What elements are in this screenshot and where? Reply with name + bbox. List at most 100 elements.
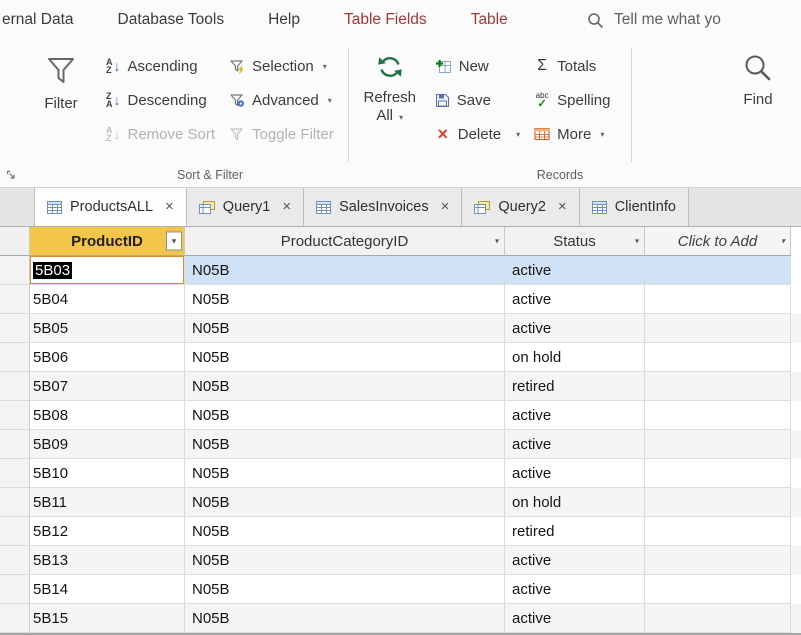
row-selector[interactable] xyxy=(0,604,30,633)
cell-productid[interactable]: 5B05 xyxy=(30,314,185,343)
cell-click-to-add[interactable] xyxy=(645,604,791,633)
cell-productid[interactable]: 5B13 xyxy=(30,546,185,575)
cell-status[interactable]: active xyxy=(505,401,645,430)
cell-click-to-add[interactable] xyxy=(645,546,791,575)
cell-click-to-add[interactable] xyxy=(645,517,791,546)
cell-productcategoryid[interactable]: N05B xyxy=(185,517,505,546)
new-record-button[interactable]: New xyxy=(435,54,520,78)
row-selector[interactable] xyxy=(0,459,30,488)
cell-click-to-add[interactable] xyxy=(645,488,791,517)
cell-productid[interactable]: 5B11 xyxy=(30,488,185,517)
column-header-productid[interactable]: ProductID ▾ xyxy=(30,227,185,256)
row-selector[interactable] xyxy=(0,575,30,604)
row-selector[interactable] xyxy=(0,343,30,372)
cell-status[interactable]: active xyxy=(505,314,645,343)
row-selector[interactable] xyxy=(0,401,30,430)
ascending-button[interactable]: AZ↓ Ascending xyxy=(106,54,215,78)
save-record-button[interactable]: Save xyxy=(435,88,520,112)
menu-item-table[interactable]: Table xyxy=(449,11,530,29)
cell-productcategoryid[interactable]: N05B xyxy=(185,285,505,314)
column-dropdown-icon[interactable]: ▾ xyxy=(781,237,785,246)
spelling-button[interactable]: abc✓ Spelling xyxy=(534,88,610,112)
select-all-corner[interactable] xyxy=(0,227,30,256)
cell-status[interactable]: active xyxy=(505,430,645,459)
cell-productid[interactable]: 5B06 xyxy=(30,343,185,372)
find-button[interactable]: Find xyxy=(727,40,789,108)
cell-click-to-add[interactable] xyxy=(645,343,791,372)
cell-status[interactable]: active xyxy=(505,575,645,604)
row-selector[interactable] xyxy=(0,285,30,314)
advanced-button[interactable]: Advanced ▾ xyxy=(229,88,334,112)
cell-click-to-add[interactable] xyxy=(645,401,791,430)
totals-button[interactable]: Σ Totals xyxy=(534,54,610,78)
close-icon[interactable]: × xyxy=(558,200,567,214)
cell-productcategoryid[interactable]: N05B xyxy=(185,459,505,488)
tab-query1[interactable]: Query1 × xyxy=(187,188,304,226)
cell-click-to-add[interactable] xyxy=(645,430,791,459)
cell-productid[interactable]: 5B08 xyxy=(30,401,185,430)
menu-item-table-fields[interactable]: Table Fields xyxy=(322,11,449,29)
cell-productid[interactable]: 5B03 xyxy=(30,256,185,285)
filter-dropdown-icon[interactable]: ▾ xyxy=(166,232,182,251)
column-header-status[interactable]: Status ▾ xyxy=(505,227,645,256)
cell-status[interactable]: active xyxy=(505,285,645,314)
cell-productcategoryid[interactable]: N05B xyxy=(185,343,505,372)
cell-productcategoryid[interactable]: N05B xyxy=(185,604,505,633)
cell-click-to-add[interactable] xyxy=(645,285,791,314)
cell-productid[interactable]: 5B07 xyxy=(30,372,185,401)
cell-productid[interactable]: 5B04 xyxy=(30,285,185,314)
menu-item-help[interactable]: Help xyxy=(246,11,322,29)
cell-click-to-add[interactable] xyxy=(645,314,791,343)
cell-productid[interactable]: 5B15 xyxy=(30,604,185,633)
delete-record-button[interactable]: × Delete ▾ xyxy=(435,122,520,146)
cell-status[interactable]: active xyxy=(505,459,645,488)
cell-productcategoryid[interactable]: N05B xyxy=(185,314,505,343)
close-icon[interactable]: × xyxy=(165,200,174,214)
tab-salesinvoices[interactable]: SalesInvoices × xyxy=(304,188,462,226)
cell-status[interactable]: active xyxy=(505,546,645,575)
cell-status[interactable]: active xyxy=(505,256,645,285)
row-selector[interactable] xyxy=(0,488,30,517)
column-dropdown-icon[interactable]: ▾ xyxy=(635,237,639,246)
row-selector[interactable] xyxy=(0,430,30,459)
menu-item-database-tools[interactable]: Database Tools xyxy=(96,11,247,29)
cell-productcategoryid[interactable]: N05B xyxy=(185,488,505,517)
cell-productid[interactable]: 5B10 xyxy=(30,459,185,488)
cell-productid[interactable]: 5B09 xyxy=(30,430,185,459)
cell-productcategoryid[interactable]: N05B xyxy=(185,430,505,459)
column-header-productcategoryid[interactable]: ProductCategoryID ▾ xyxy=(185,227,505,256)
cell-productcategoryid[interactable]: N05B xyxy=(185,256,505,285)
row-selector[interactable] xyxy=(0,256,30,285)
cell-productcategoryid[interactable]: N05B xyxy=(185,401,505,430)
column-dropdown-icon[interactable]: ▾ xyxy=(495,237,499,246)
tab-query2[interactable]: Query2 × xyxy=(462,188,579,226)
cell-productcategoryid[interactable]: N05B xyxy=(185,575,505,604)
tell-me-search[interactable]: Tell me what yo xyxy=(587,11,801,29)
cell-productcategoryid[interactable]: N05B xyxy=(185,372,505,401)
cell-click-to-add[interactable] xyxy=(645,372,791,401)
cell-productid[interactable]: 5B12 xyxy=(30,517,185,546)
tab-productsall[interactable]: ProductsALL × xyxy=(34,188,187,226)
row-selector[interactable] xyxy=(0,314,30,343)
row-selector[interactable] xyxy=(0,517,30,546)
close-icon[interactable]: × xyxy=(441,200,450,214)
descending-button[interactable]: ZA↓ Descending xyxy=(106,88,215,112)
cell-status[interactable]: retired xyxy=(505,372,645,401)
cell-click-to-add[interactable] xyxy=(645,459,791,488)
cell-status[interactable]: on hold xyxy=(505,343,645,372)
row-selector[interactable] xyxy=(0,546,30,575)
cell-status[interactable]: active xyxy=(505,604,645,633)
selection-button[interactable]: Selection ▾ xyxy=(229,54,334,78)
cell-click-to-add[interactable] xyxy=(645,256,791,285)
tab-clientinfo[interactable]: ClientInfo xyxy=(580,188,689,226)
cell-productcategoryid[interactable]: N05B xyxy=(185,546,505,575)
column-header-click-to-add[interactable]: Click to Add ▾ xyxy=(645,227,791,256)
cell-click-to-add[interactable] xyxy=(645,575,791,604)
cell-status[interactable]: retired xyxy=(505,517,645,546)
filter-button[interactable]: Filter xyxy=(30,40,92,168)
dialog-launcher-icon[interactable] xyxy=(6,170,17,181)
cell-status[interactable]: on hold xyxy=(505,488,645,517)
cell-productid[interactable]: 5B14 xyxy=(30,575,185,604)
close-icon[interactable]: × xyxy=(282,200,291,214)
refresh-all-button[interactable]: Refresh All ▾ xyxy=(359,40,421,168)
